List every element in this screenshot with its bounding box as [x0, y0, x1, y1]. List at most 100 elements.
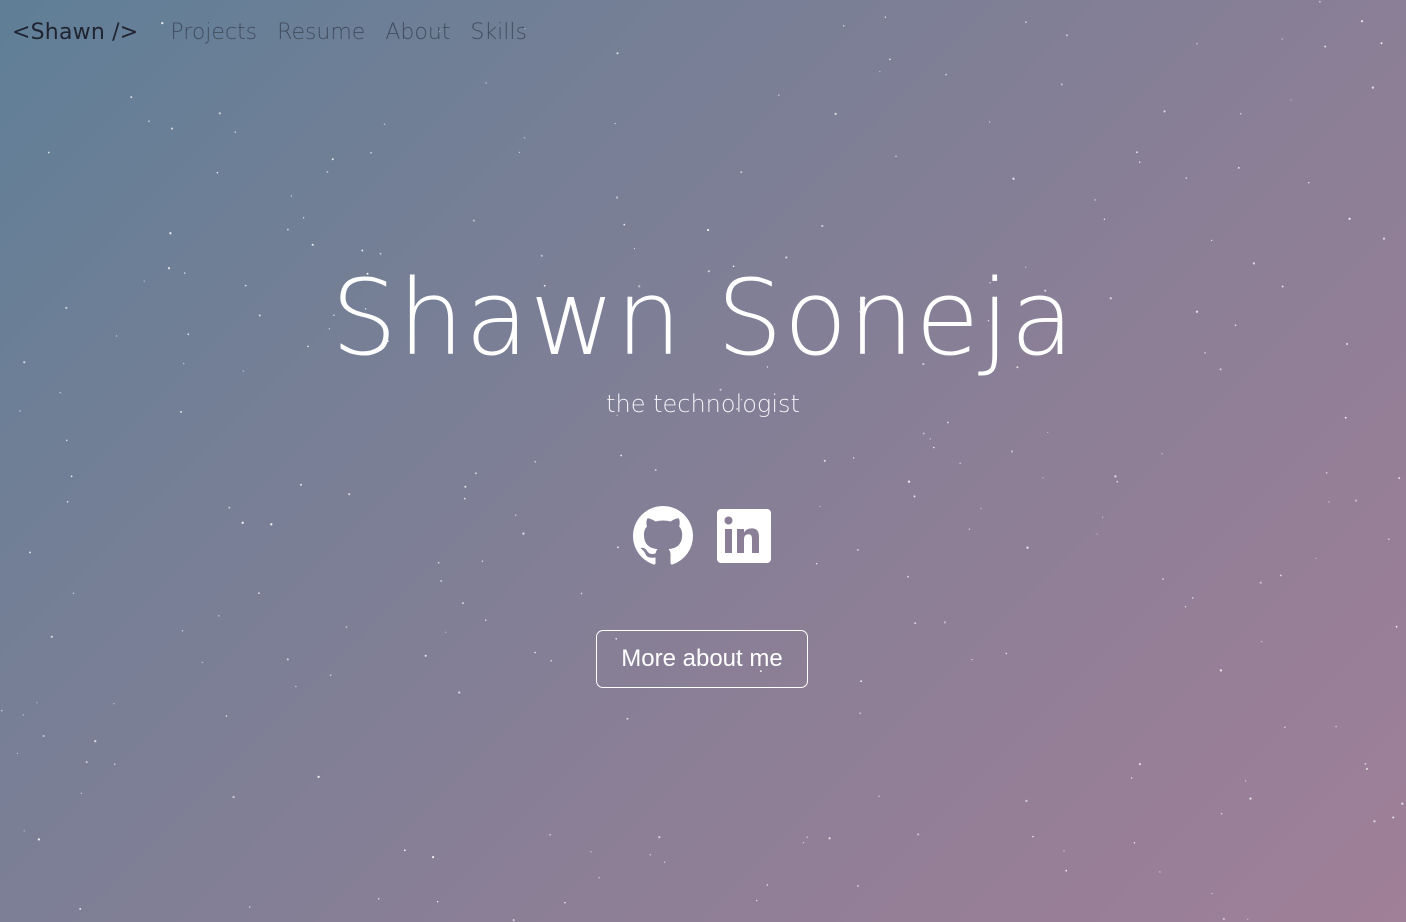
star-dot — [1065, 869, 1068, 872]
linkedin-icon[interactable] — [713, 506, 773, 566]
star-dot — [1392, 816, 1395, 819]
star-dot — [181, 629, 184, 632]
star-dot — [518, 151, 521, 154]
star-dot — [37, 838, 41, 841]
top-navbar: <Shawn /> Projects Resume About Skills — [12, 14, 547, 50]
star-dot — [806, 836, 808, 838]
star-dot — [859, 712, 862, 715]
nav-link-about[interactable]: About — [385, 20, 450, 45]
star-dot — [444, 631, 447, 633]
star-dot — [1012, 177, 1015, 180]
hero-name: Shawn Soneja — [331, 257, 1075, 379]
star-dot — [564, 901, 566, 904]
star-dot — [550, 659, 552, 662]
star-dot — [1249, 797, 1252, 800]
star-dot — [23, 830, 25, 832]
star-dot — [485, 82, 487, 84]
star-dot — [755, 899, 758, 902]
star-dot — [889, 58, 891, 61]
star-dot — [1237, 167, 1240, 169]
star-dot — [1191, 597, 1194, 599]
star-dot — [463, 497, 466, 500]
star-dot — [317, 775, 320, 779]
star-dot — [778, 94, 780, 97]
star-dot — [879, 70, 881, 73]
star-dot — [1220, 812, 1223, 815]
star-dot — [1371, 86, 1375, 89]
star-dot — [1161, 452, 1163, 455]
star-dot — [857, 885, 859, 887]
star-dot — [616, 52, 619, 55]
star-dot — [1161, 577, 1165, 581]
star-dot — [947, 421, 949, 424]
hero-section: Shawn Soneja the technologist — [0, 250, 1406, 418]
star-dot — [922, 432, 925, 435]
star-dot — [1398, 477, 1401, 480]
star-dot — [170, 127, 174, 130]
star-dot — [1324, 45, 1327, 48]
star-dot — [633, 247, 636, 250]
github-icon[interactable] — [633, 506, 693, 566]
star-dot — [1360, 20, 1364, 23]
star-dot — [852, 457, 855, 459]
star-dot — [299, 483, 303, 486]
star-dot — [823, 459, 826, 462]
star-dot — [1325, 471, 1328, 474]
nav-link-projects[interactable]: Projects — [170, 20, 257, 45]
star-dot — [424, 654, 427, 657]
star-dot — [432, 856, 435, 859]
more-about-me-button[interactable]: More about me — [596, 630, 808, 688]
star-dot — [1138, 763, 1141, 766]
star-dot — [523, 136, 526, 139]
star-dot — [1284, 726, 1286, 729]
star-dot — [218, 615, 220, 617]
star-dot — [821, 224, 824, 228]
star-dot — [1163, 110, 1166, 113]
star-dot — [1047, 431, 1049, 434]
star-dot — [1380, 42, 1383, 45]
star-dot — [971, 658, 973, 661]
star-dot — [286, 228, 289, 231]
star-dot — [1139, 161, 1141, 163]
star-dot — [884, 16, 887, 18]
star-dot — [348, 493, 351, 496]
star-dot — [79, 907, 82, 910]
star-dot — [1395, 625, 1398, 628]
nav-link-resume[interactable]: Resume — [277, 20, 365, 45]
star-dot — [580, 592, 583, 595]
star-dot — [1130, 777, 1133, 779]
star-dot — [472, 219, 475, 222]
star-dot — [620, 454, 623, 457]
star-dot — [654, 469, 657, 472]
star-dot — [1335, 725, 1338, 728]
star-dot — [1290, 99, 1292, 101]
star-dot — [329, 674, 332, 676]
star-dot — [658, 836, 661, 839]
star-dot — [290, 195, 293, 197]
star-dot — [22, 714, 24, 716]
star-dot — [436, 900, 439, 903]
star-dot — [258, 592, 260, 594]
brand-logo[interactable]: <Shawn /> — [12, 20, 138, 45]
star-dot — [614, 122, 616, 125]
star-dot — [440, 579, 443, 583]
star-dot — [534, 651, 536, 654]
star-dot — [311, 243, 314, 246]
star-dot — [1373, 820, 1376, 823]
star-dot — [598, 876, 601, 879]
star-dot — [1211, 892, 1213, 895]
star-dot — [740, 171, 743, 174]
star-dot — [534, 460, 537, 463]
star-dot — [1246, 918, 1249, 921]
star-dot — [216, 171, 219, 174]
star-dot — [1260, 640, 1263, 643]
star-dot — [945, 73, 948, 76]
star-dot — [16, 752, 19, 755]
star-dot — [878, 795, 880, 798]
nav-link-skills[interactable]: Skills — [470, 20, 527, 45]
star-dot — [474, 472, 477, 475]
star-dot — [914, 622, 917, 625]
star-dot — [302, 217, 305, 219]
star-dot — [47, 151, 50, 154]
star-dot — [1364, 762, 1367, 765]
